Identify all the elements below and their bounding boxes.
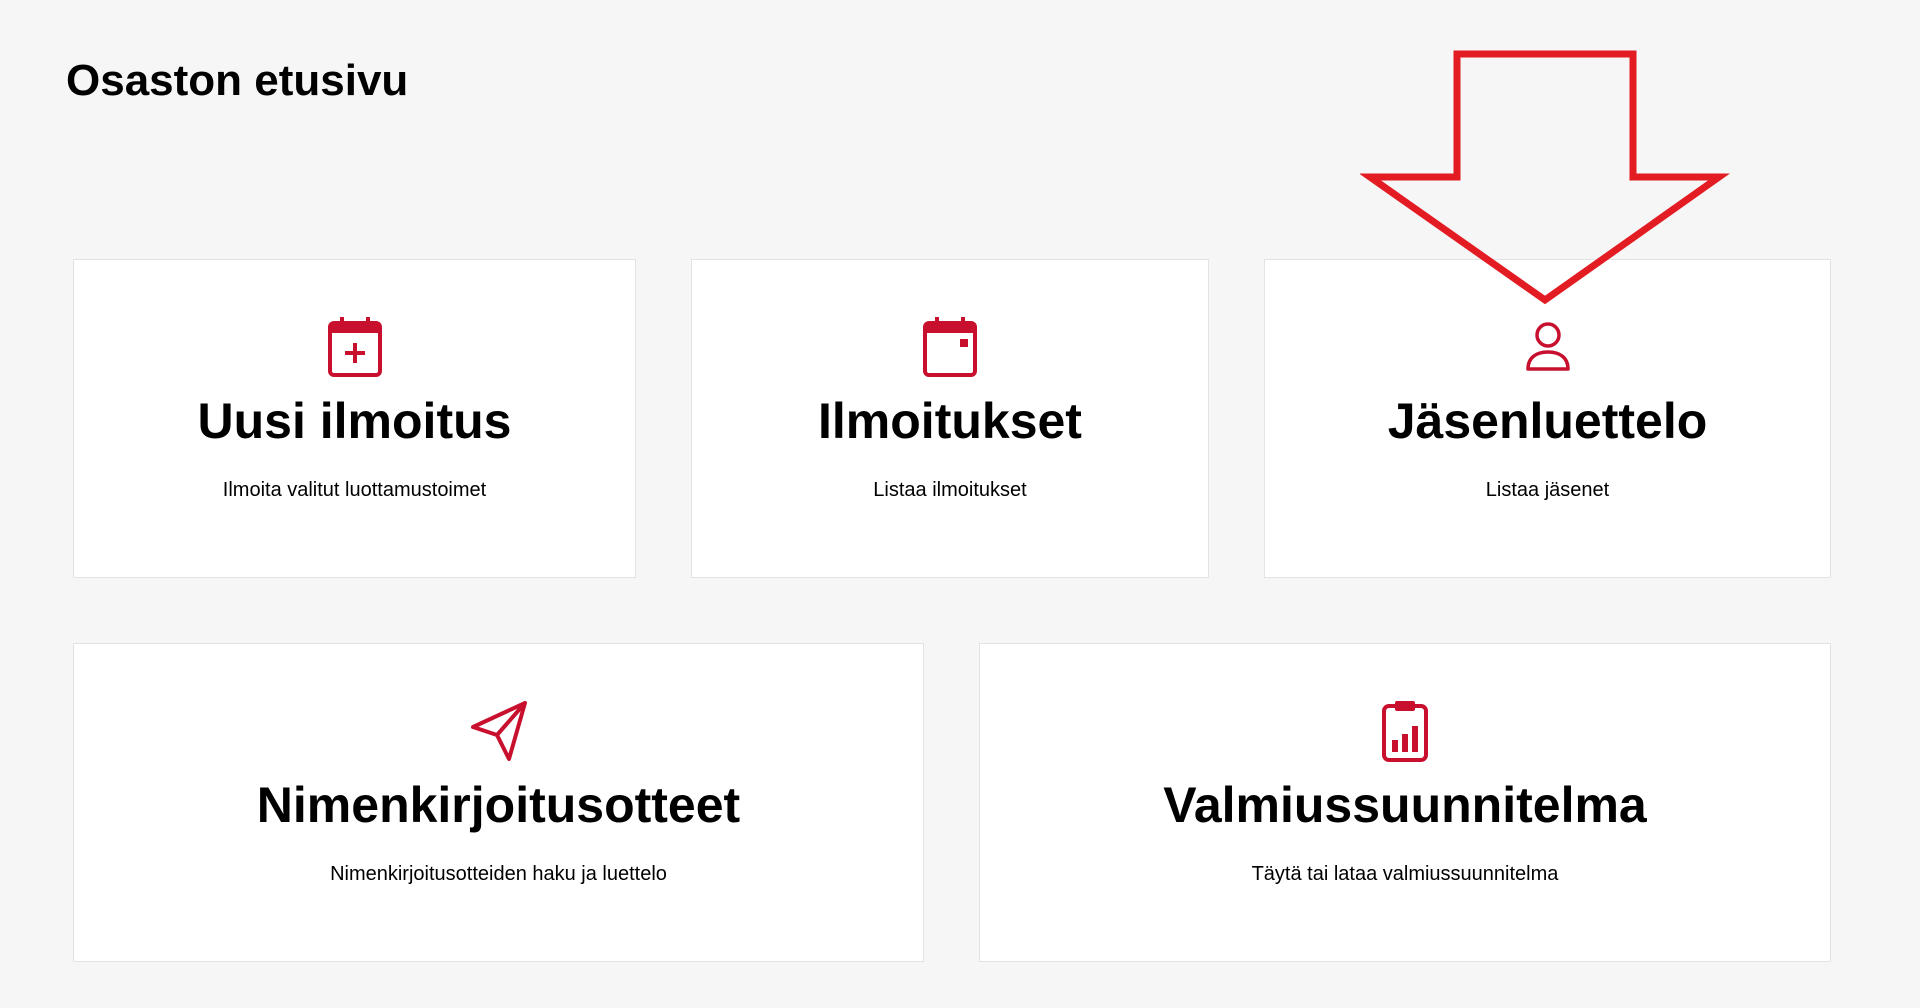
card-title: Nimenkirjoitusotteet [256, 777, 741, 833]
card-uusi-ilmoitus[interactable]: Uusi ilmoitus Ilmoita valitut luottamust… [73, 259, 636, 578]
card-valmiussuunnitelma[interactable]: Valmiussuunnitelma Täytä tai lataa valmi… [979, 643, 1831, 962]
calendar-icon [918, 315, 982, 379]
card-nimenkirjoitusotteet[interactable]: Nimenkirjoitusotteet Nimenkirjoitusottei… [73, 643, 924, 962]
page: Osaston etusivu Uusi ilmoitus Ilmoita va… [0, 0, 1920, 1008]
paper-plane-icon [467, 699, 531, 763]
card-description: Ilmoita valitut luottamustoimet [222, 479, 487, 501]
card-title: Jäsenluettelo [1387, 393, 1708, 449]
card-title: Ilmoitukset [818, 393, 1082, 449]
card-title: Valmiussuunnitelma [1163, 777, 1647, 833]
clipboard-chart-icon [1373, 699, 1437, 763]
card-title: Uusi ilmoitus [197, 393, 512, 449]
person-icon [1516, 315, 1580, 379]
calendar-plus-icon [323, 315, 387, 379]
page-title: Osaston etusivu [66, 56, 409, 105]
card-description: Nimenkirjoitusotteiden haku ja luettelo [330, 863, 667, 885]
card-ilmoitukset[interactable]: Ilmoitukset Listaa ilmoitukset [691, 259, 1209, 578]
card-description: Listaa ilmoitukset [873, 479, 1027, 501]
card-description: Täytä tai lataa valmiussuunnitelma [1251, 863, 1559, 885]
card-jasenluettelo[interactable]: Jäsenluettelo Listaa jäsenet [1264, 259, 1831, 578]
card-description: Listaa jäsenet [1485, 479, 1610, 501]
